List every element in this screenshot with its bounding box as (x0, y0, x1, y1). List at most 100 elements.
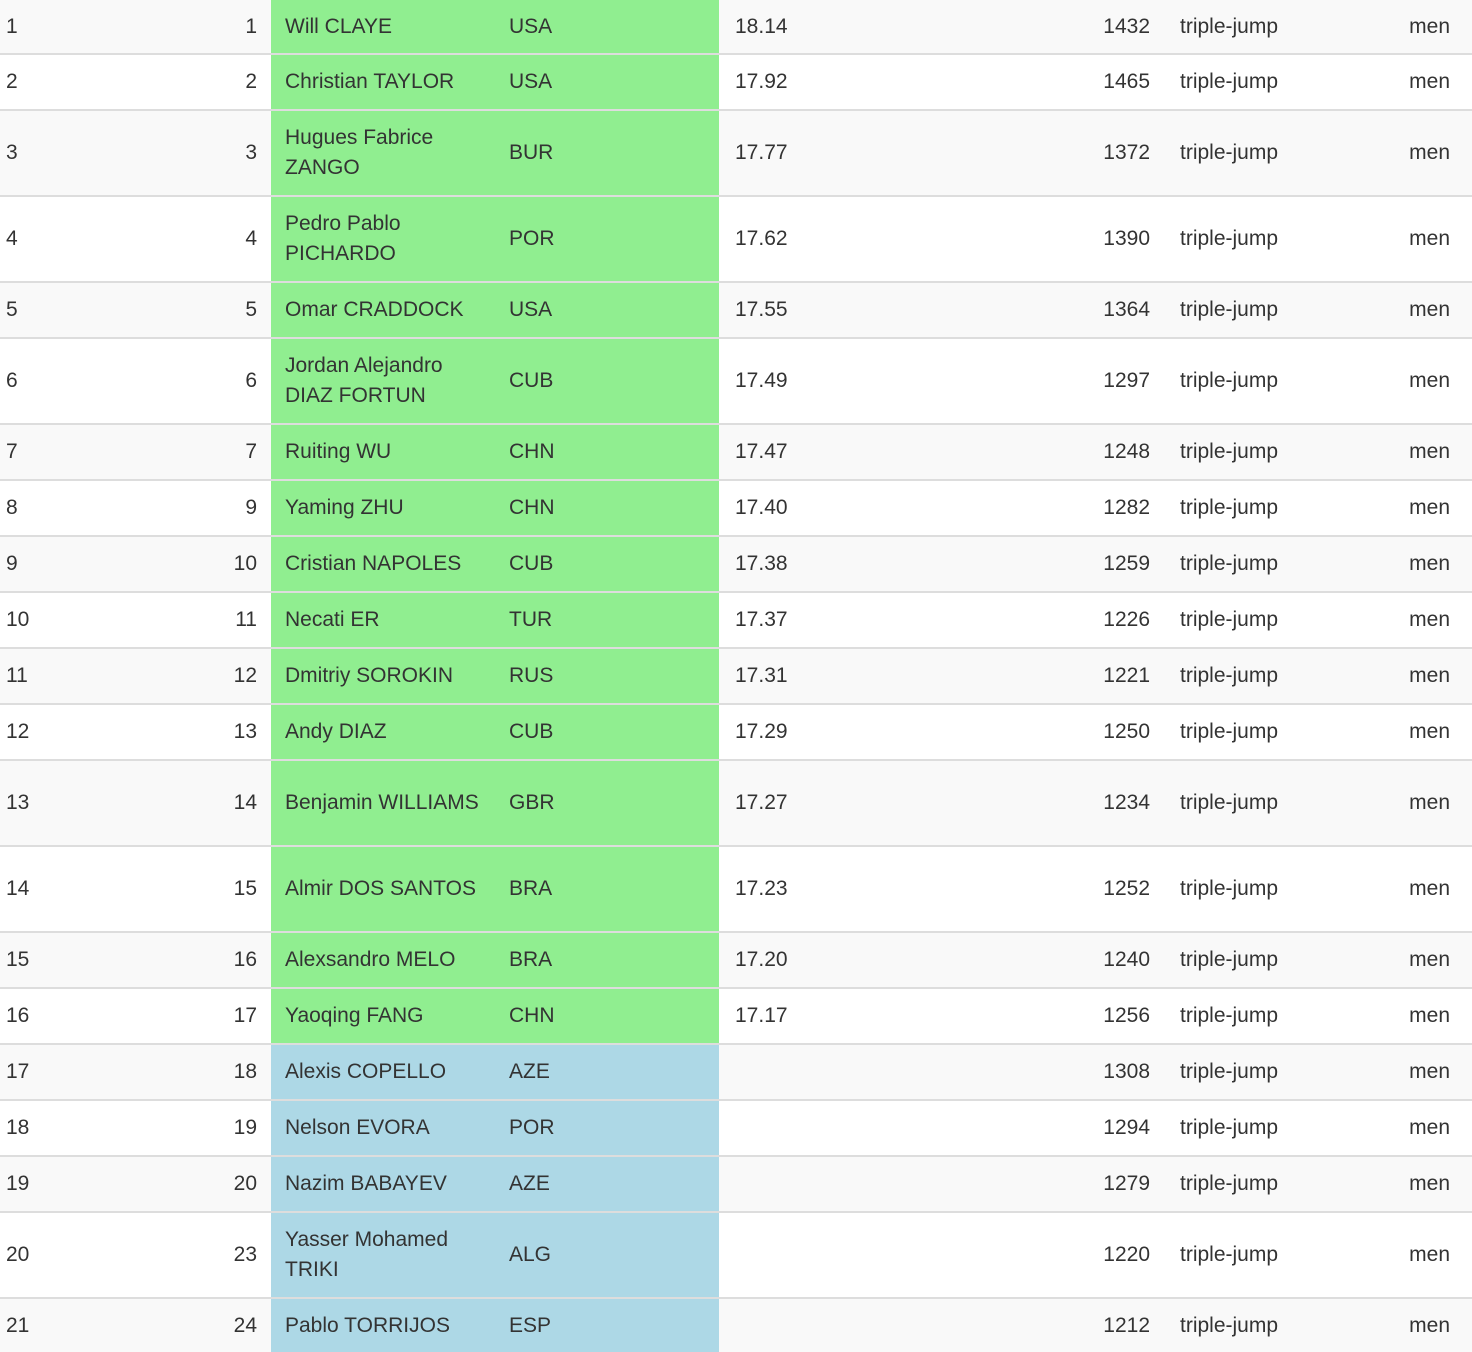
country-cell: AZE (495, 1156, 719, 1213)
table-row: 15 16 Alexsandro MELO BRA 17.20 1240 tri… (0, 932, 1472, 989)
position-cell: 9 (0, 536, 56, 593)
country-cell: BRA (495, 846, 719, 933)
country-cell: CHN (495, 480, 719, 537)
event-cell: triple-jump (1166, 1156, 1350, 1213)
table-row: 1 1 Will CLAYE USA 18.14 1432 triple-jum… (0, 0, 1472, 55)
country-cell: TUR (495, 592, 719, 649)
mark-cell: 18.14 (719, 0, 863, 55)
athlete-name-cell: Christian TAYLOR (271, 54, 495, 111)
position-cell: 19 (0, 1156, 56, 1213)
athlete-name-cell: Will CLAYE (271, 0, 495, 55)
table-row: 8 9 Yaming ZHU CHN 17.40 1282 triple-jum… (0, 480, 1472, 537)
event-cell: triple-jump (1166, 282, 1350, 339)
position-cell: 20 (0, 1212, 56, 1299)
event-cell: triple-jump (1166, 1212, 1350, 1299)
country-cell: CUB (495, 704, 719, 761)
score-cell: 1297 (863, 338, 1166, 425)
table-row: 6 6 Jordan Alejandro DIAZ FORTUN CUB 17.… (0, 338, 1472, 425)
score-cell: 1248 (863, 424, 1166, 481)
score-cell: 1279 (863, 1156, 1166, 1213)
table-row: 20 23 Yasser Mohamed TRIKI ALG 1220 trip… (0, 1212, 1472, 1299)
position-cell: 12 (0, 704, 56, 761)
world-rank-cell: 5 (56, 282, 271, 339)
table-row: 3 3 Hugues Fabrice ZANGO BUR 17.77 1372 … (0, 110, 1472, 197)
athlete-name-cell: Pablo TORRIJOS (271, 1298, 495, 1352)
position-cell: 8 (0, 480, 56, 537)
world-rank-cell: 6 (56, 338, 271, 425)
event-cell: triple-jump (1166, 932, 1350, 989)
sex-cell: men (1350, 282, 1472, 339)
sex-cell: men (1350, 932, 1472, 989)
table-row: 17 18 Alexis COPELLO AZE 1308 triple-jum… (0, 1044, 1472, 1101)
country-cell: POR (495, 1100, 719, 1157)
world-rank-cell: 3 (56, 110, 271, 197)
mark-cell: 17.23 (719, 846, 863, 933)
score-cell: 1282 (863, 480, 1166, 537)
score-cell: 1250 (863, 704, 1166, 761)
athlete-name-cell: Alexsandro MELO (271, 932, 495, 989)
athlete-name-cell: Yaming ZHU (271, 480, 495, 537)
position-cell: 1 (0, 0, 56, 55)
mark-cell: 17.31 (719, 648, 863, 705)
country-cell: CUB (495, 536, 719, 593)
athlete-name-cell: Necati ER (271, 592, 495, 649)
event-cell: triple-jump (1166, 988, 1350, 1045)
table-row: 4 4 Pedro Pablo PICHARDO POR 17.62 1390 … (0, 196, 1472, 283)
score-cell: 1240 (863, 932, 1166, 989)
position-cell: 15 (0, 932, 56, 989)
mark-cell: 17.49 (719, 338, 863, 425)
world-rank-cell: 14 (56, 760, 271, 847)
score-cell: 1220 (863, 1212, 1166, 1299)
position-cell: 17 (0, 1044, 56, 1101)
sex-cell: men (1350, 1156, 1472, 1213)
table-row: 13 14 Benjamin WILLIAMS GBR 17.27 1234 t… (0, 760, 1472, 847)
event-cell: triple-jump (1166, 536, 1350, 593)
score-cell: 1256 (863, 988, 1166, 1045)
event-cell: triple-jump (1166, 424, 1350, 481)
athlete-name-cell: Almir DOS SANTOS (271, 846, 495, 933)
world-rank-cell: 15 (56, 846, 271, 933)
sex-cell: men (1350, 54, 1472, 111)
score-cell: 1294 (863, 1100, 1166, 1157)
country-cell: BUR (495, 110, 719, 197)
country-cell: CHN (495, 988, 719, 1045)
event-cell: triple-jump (1166, 846, 1350, 933)
event-cell: triple-jump (1166, 760, 1350, 847)
sex-cell: men (1350, 704, 1472, 761)
mark-cell: 17.55 (719, 282, 863, 339)
world-rank-cell: 18 (56, 1044, 271, 1101)
event-cell: triple-jump (1166, 480, 1350, 537)
mark-cell (719, 1044, 863, 1101)
score-cell: 1432 (863, 0, 1166, 55)
event-cell: triple-jump (1166, 110, 1350, 197)
score-cell: 1226 (863, 592, 1166, 649)
ranking-table: 1 1 Will CLAYE USA 18.14 1432 triple-jum… (0, 0, 1472, 1352)
country-cell: BRA (495, 932, 719, 989)
mark-cell (719, 1212, 863, 1299)
athlete-name-cell: Nazim BABAYEV (271, 1156, 495, 1213)
ranking-table-body: 1 1 Will CLAYE USA 18.14 1432 triple-jum… (0, 0, 1472, 1352)
sex-cell: men (1350, 196, 1472, 283)
sex-cell: men (1350, 846, 1472, 933)
sex-cell: men (1350, 1044, 1472, 1101)
table-row: 7 7 Ruiting WU CHN 17.47 1248 triple-jum… (0, 424, 1472, 481)
world-rank-cell: 2 (56, 54, 271, 111)
mark-cell: 17.29 (719, 704, 863, 761)
sex-cell: men (1350, 760, 1472, 847)
event-cell: triple-jump (1166, 704, 1350, 761)
sex-cell: men (1350, 988, 1472, 1045)
country-cell: ESP (495, 1298, 719, 1352)
sex-cell: men (1350, 110, 1472, 197)
world-rank-cell: 10 (56, 536, 271, 593)
event-cell: triple-jump (1166, 0, 1350, 55)
sex-cell: men (1350, 1212, 1472, 1299)
table-row: 16 17 Yaoqing FANG CHN 17.17 1256 triple… (0, 988, 1472, 1045)
mark-cell: 17.38 (719, 536, 863, 593)
country-cell: CUB (495, 338, 719, 425)
score-cell: 1212 (863, 1298, 1166, 1352)
athlete-name-cell: Yasser Mohamed TRIKI (271, 1212, 495, 1299)
score-cell: 1465 (863, 54, 1166, 111)
country-cell: USA (495, 282, 719, 339)
country-cell: GBR (495, 760, 719, 847)
world-rank-cell: 20 (56, 1156, 271, 1213)
